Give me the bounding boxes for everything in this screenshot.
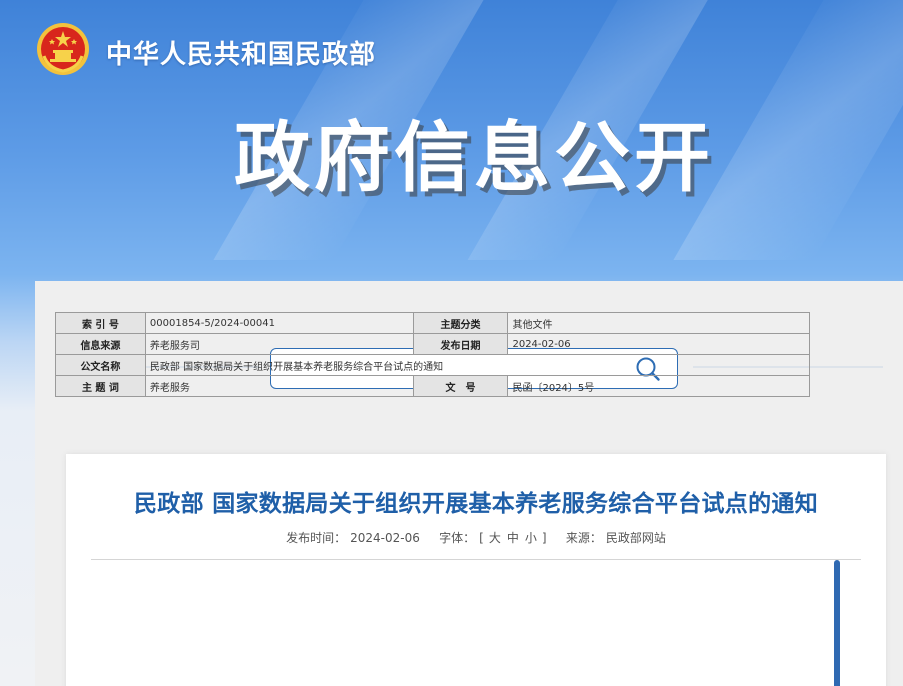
source-value: 民政部网站 bbox=[605, 531, 666, 545]
font-size-small-button[interactable]: 小 bbox=[525, 531, 537, 545]
doc-no-value: 民函〔2024〕5号 bbox=[507, 375, 810, 397]
article-card: 民政部 国家数据局关于组织开展基本养老服务综合平台试点的通知 发布时间： 2024… bbox=[66, 454, 886, 686]
subject-label: 主 题 词 bbox=[55, 375, 146, 397]
date-value: 2024-02-06 bbox=[507, 333, 810, 355]
title-divider bbox=[91, 559, 861, 560]
subject-value: 养老服务 bbox=[144, 375, 414, 397]
article-title: 民政部 国家数据局关于组织开展基本养老服务综合平台试点的通知 bbox=[133, 491, 818, 517]
index-value: 00001854-5/2024-00041 bbox=[144, 312, 414, 334]
category-value: 其他文件 bbox=[507, 312, 810, 334]
source-label: 来源： bbox=[565, 531, 602, 545]
doc-name-label: 公文名称 bbox=[55, 354, 146, 376]
article-meta: 发布时间： 2024-02-06 字体：[ 大中小] 来源： 民政部网站 bbox=[66, 529, 886, 546]
table-row: 信息来源 养老服务司 发布日期 2024-02-06 bbox=[55, 333, 810, 355]
scrollbar[interactable] bbox=[834, 560, 840, 686]
font-size-medium-button[interactable]: 中 bbox=[507, 531, 519, 545]
date-label: 发布日期 bbox=[412, 333, 509, 355]
table-row: 索 引 号 00001854-5/2024-00041 主题分类 其他文件 bbox=[55, 312, 810, 334]
origin-value: 养老服务司 bbox=[144, 333, 414, 355]
banner-title: 政府信息公开 bbox=[234, 113, 714, 202]
table-row: 公文名称 民政部 国家数据局关于组织开展基本养老服务综合平台试点的通知 bbox=[55, 354, 811, 376]
font-bracket-open: [ bbox=[479, 531, 484, 545]
table-row: 主 题 词 养老服务 文 号 民函〔2024〕5号 bbox=[55, 375, 810, 397]
ministry-name[interactable]: 中华人民共和国民政部 bbox=[106, 34, 376, 71]
origin-label: 信息来源 bbox=[55, 333, 146, 355]
document-info-table: 索 引 号 00001854-5/2024-00041 主题分类 其他文件 信息… bbox=[55, 312, 811, 397]
publish-date: 2024-02-06 bbox=[350, 531, 420, 545]
font-size-large-button[interactable]: 大 bbox=[489, 531, 501, 545]
font-bracket-close: ] bbox=[541, 531, 547, 545]
doc-no-label: 文 号 bbox=[412, 375, 509, 397]
doc-name-value: 民政部 国家数据局关于组织开展基本养老服务综合平台试点的通知 bbox=[144, 354, 811, 376]
national-emblem-icon[interactable] bbox=[36, 22, 90, 76]
category-label: 主题分类 bbox=[412, 312, 509, 334]
font-size-label: 字体： bbox=[439, 531, 476, 545]
publish-label: 发布时间： bbox=[286, 531, 347, 545]
index-label: 索 引 号 bbox=[55, 312, 146, 334]
